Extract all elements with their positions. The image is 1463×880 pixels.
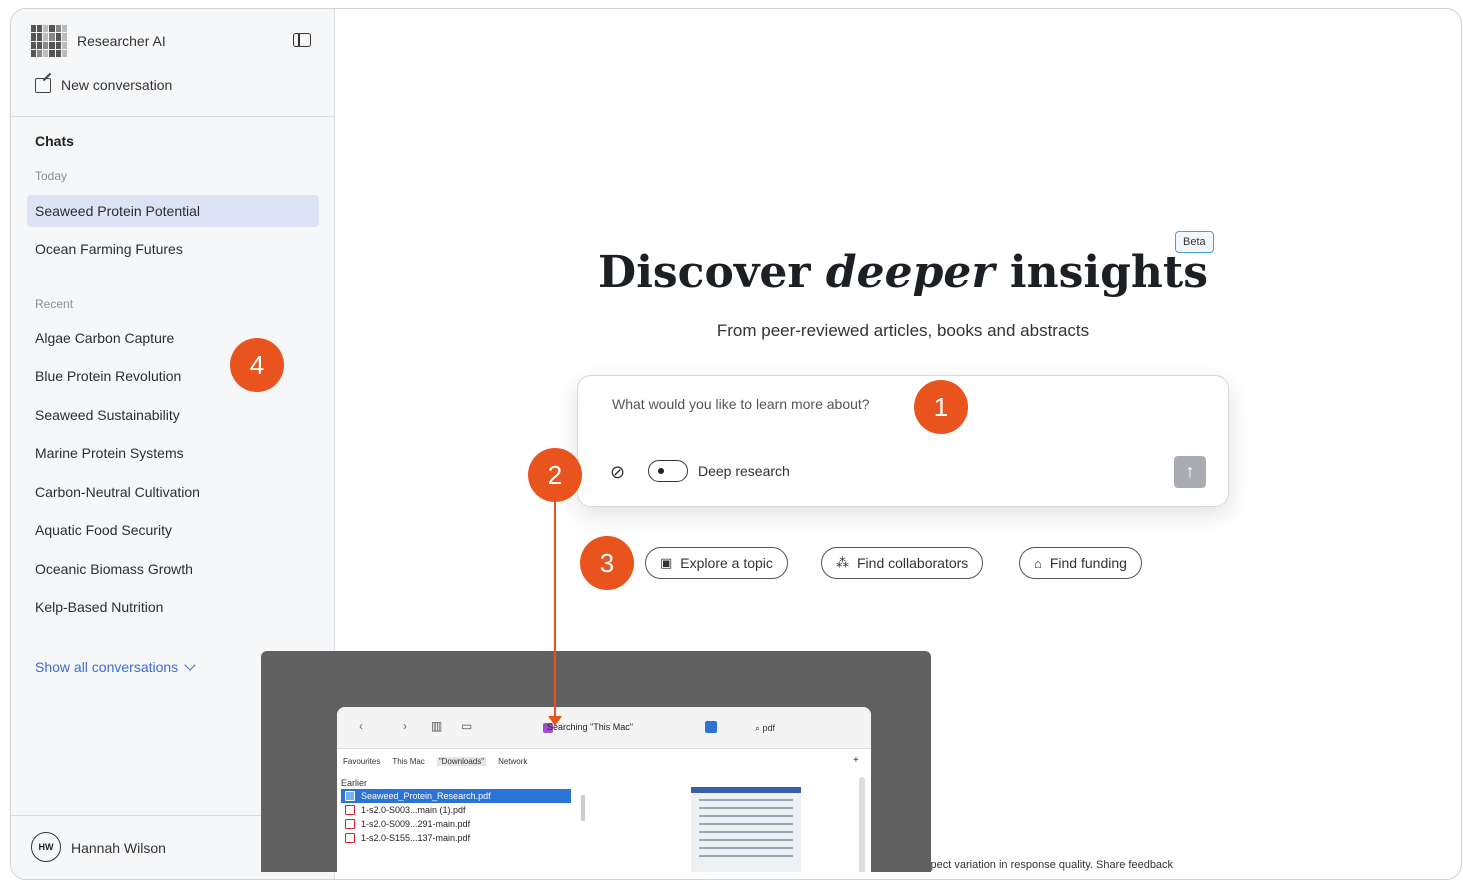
chat-item[interactable]: Aquatic Food Security [27, 514, 319, 546]
callout-arrow [554, 490, 556, 718]
share-icon[interactable] [705, 721, 717, 733]
recent-label: Recent [35, 297, 74, 311]
send-button[interactable]: ↑ [1174, 456, 1206, 488]
file-row[interactable]: 1-s2.0-S155...137-main.pdf [341, 831, 571, 845]
file-row[interactable]: Seaweed_Protein_Research.pdf [341, 789, 571, 803]
deep-research-toggle[interactable] [648, 460, 688, 482]
chat-item[interactable]: Marine Protein Systems [27, 437, 319, 469]
chats-heading: Chats [35, 133, 74, 149]
page-title: Discover deeper insights [335, 247, 1461, 298]
app-title: Researcher AI [77, 33, 166, 49]
people-icon: ⁂ [836, 555, 849, 570]
callout-marker-3: 3 [580, 536, 634, 590]
chevron-down-icon [184, 659, 196, 671]
new-conversation-button[interactable]: New conversation [35, 77, 172, 93]
search-query: pdf [762, 723, 776, 733]
chat-item[interactable]: Carbon-Neutral Cultivation [27, 476, 319, 508]
back-icon[interactable]: ‹ [359, 719, 363, 733]
file-name: Seaweed_Protein_Research.pdf [361, 791, 491, 801]
callout-marker-2: 2 [528, 448, 582, 502]
callout-arrow-head [548, 716, 562, 726]
file-name: 1-s2.0-S155...137-main.pdf [361, 833, 471, 843]
file-preview [691, 787, 801, 872]
chat-item[interactable]: Ocean Farming Futures [27, 233, 319, 265]
show-all-conversations-link[interactable]: Show all conversations [35, 659, 196, 675]
file-group-label: Earlier [341, 778, 368, 788]
callout-marker-4: 4 [230, 338, 284, 392]
scrollbar[interactable] [859, 777, 865, 872]
file-picker-overlay: ‹ › ▥ ▭ Searching "This Mac" ⌕ pdf Favou… [261, 651, 931, 872]
avatar: HW [31, 832, 61, 862]
chip-label: Find funding [1049, 555, 1127, 571]
pdf-icon [345, 805, 355, 815]
callout-marker-1: 1 [914, 380, 968, 434]
user-name: Hannah Wilson [71, 840, 166, 856]
add-icon[interactable]: + [853, 755, 859, 766]
disclaimer-text: xpect variation in response quality. Sha… [925, 859, 1174, 871]
finder-toolbar: ‹ › ▥ ▭ Searching "This Mac" ⌕ pdf [337, 707, 871, 749]
sidebar-header: Researcher AI New conversation [11, 9, 334, 117]
gallery-view-icon[interactable]: ▭ [461, 719, 472, 733]
finder-scope-tabs: Favourites This Mac "Downloads" Network [343, 757, 527, 766]
today-label: Today [35, 169, 68, 183]
finder-search-field[interactable]: ⌕ pdf [747, 719, 857, 737]
prompt-box: ⊘ Deep research ↑ [577, 375, 1229, 507]
file-row[interactable]: 1-s2.0-S003...main (1).pdf [341, 803, 571, 817]
file-name: 1-s2.0-S003...main (1).pdf [361, 805, 466, 815]
explore-topic-button[interactable]: ▣ Explore a topic [645, 547, 788, 579]
new-conversation-label: New conversation [61, 77, 173, 93]
find-collaborators-button[interactable]: ⁂ Find collaborators [821, 547, 984, 579]
finder-window: ‹ › ▥ ▭ Searching "This Mac" ⌕ pdf Favou… [337, 707, 871, 872]
app-logo-icon [31, 25, 67, 57]
chat-item[interactable]: Seaweed Sustainability [27, 399, 319, 431]
file-icon [345, 791, 355, 801]
bank-icon: ⌂ [1034, 555, 1042, 571]
subtitle: From peer-reviewed articles, books and a… [716, 321, 1090, 340]
pdf-icon [345, 833, 355, 843]
chip-label: Find collaborators [857, 555, 969, 571]
sidebar-toggle-icon[interactable] [293, 33, 311, 47]
tab-favourites[interactable]: Favourites [343, 757, 380, 766]
pdf-icon [345, 819, 355, 829]
chat-item[interactable]: Seaweed Protein Potential [27, 195, 319, 227]
prompt-input[interactable] [612, 396, 1172, 412]
book-icon: ▣ [660, 555, 673, 570]
show-all-label: Show all conversations [35, 659, 179, 675]
attach-icon[interactable]: ⊘ [610, 462, 625, 483]
chat-item[interactable]: Kelp-Based Nutrition [27, 591, 319, 623]
chat-item[interactable]: Oceanic Biomass Growth [27, 553, 319, 585]
edit-icon [35, 77, 51, 93]
file-name: 1-s2.0-S009...291-main.pdf [361, 819, 471, 829]
file-row[interactable]: 1-s2.0-S009...291-main.pdf [341, 817, 571, 831]
deep-research-label: Deep research [698, 463, 790, 479]
forward-icon[interactable]: › [403, 719, 407, 733]
tab-downloads[interactable]: "Downloads" [436, 757, 487, 766]
headline-emphasis: deeper [825, 247, 995, 298]
find-funding-button[interactable]: ⌂ Find funding [1019, 547, 1142, 579]
tab-network[interactable]: Network [498, 757, 527, 766]
column-view-icon[interactable]: ▥ [431, 719, 442, 733]
chip-label: Explore a topic [680, 555, 773, 571]
headline-end: insights [1009, 247, 1208, 298]
tab-this-mac[interactable]: This Mac [392, 757, 424, 766]
headline-start: Discover [598, 247, 811, 298]
column-divider[interactable] [581, 795, 585, 821]
file-list: Earlier Seaweed_Protein_Research.pdf 1-s… [341, 777, 571, 845]
